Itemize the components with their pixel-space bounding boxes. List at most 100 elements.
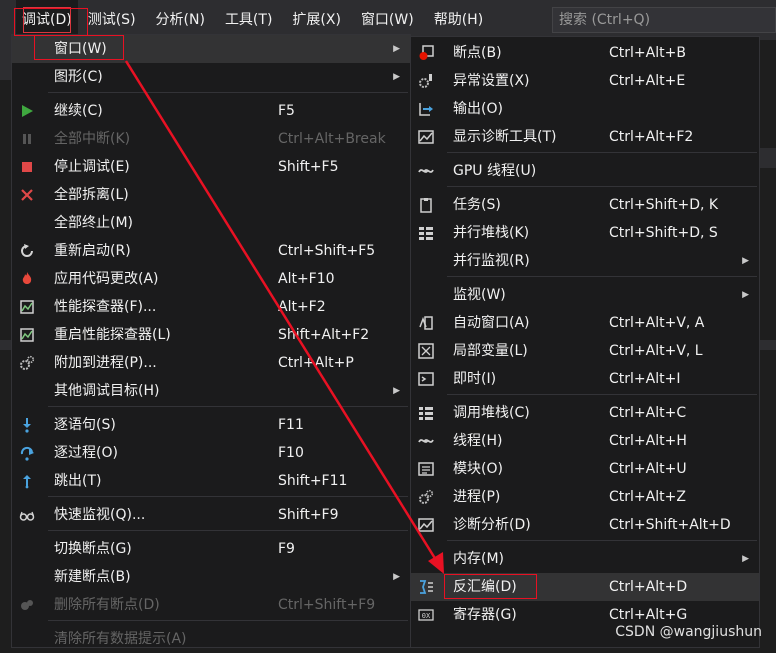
menu-item-label: 逐过程(O) [54,445,118,461]
menu-item-label: 快速监视(Q)... [54,507,146,523]
threads-icon [417,432,435,450]
menu-item-label: 监视(W) [453,287,506,303]
window-submenu-item[interactable]: 调用堆栈(C) Ctrl+Alt+C [411,399,759,427]
menu-item-label: GPU 线程(U) [453,163,537,179]
menu-item-label: 应用代码更改(A) [54,271,159,287]
menu-help[interactable]: 帮助(H) [424,0,493,40]
debug-menu-item[interactable]: 逐语句(S) F11 [12,411,410,439]
debug-menu-item: 全部中断(K) Ctrl+Alt+Break [12,125,410,153]
debug-menu-item[interactable]: 性能探查器(F)... Alt+F2 [12,293,410,321]
menu-item-label: 显示诊断工具(T) [453,129,557,145]
debug-menu-item[interactable]: 全部拆离(L) [12,181,410,209]
menu-item-shortcut: Ctrl+Alt+C [609,405,687,421]
debug-menu-item[interactable]: 重新启动(R) Ctrl+Shift+F5 [12,237,410,265]
window-submenu-item[interactable]: 异常设置(X) Ctrl+Alt+E [411,67,759,95]
step-out-icon [18,472,36,490]
output-icon [417,100,435,118]
menu-separator [48,496,408,497]
menu-separator [447,540,757,541]
menu-item-label: 线程(H) [453,433,503,449]
menu-item-shortcut: Shift+Alt+F2 [278,327,370,343]
processes-icon [417,488,435,506]
debug-menu-item[interactable]: 停止调试(E) Shift+F5 [12,153,410,181]
debug-menu-item[interactable]: 快速监视(Q)... Shift+F9 [12,501,410,529]
debug-menu-item[interactable]: 重启性能探查器(L) Shift+Alt+F2 [12,321,410,349]
menu-item-shortcut: Ctrl+Shift+F5 [278,243,376,259]
window-submenu-item[interactable]: 即时(I) Ctrl+Alt+I [411,365,759,393]
debug-menu-item[interactable]: 附加到进程(P)... Ctrl+Alt+P [12,349,410,377]
breakpoints-icon [18,596,36,614]
window-submenu-item[interactable]: 输出(O) [411,95,759,123]
menu-item-label: 即时(I) [453,371,497,387]
autos-icon [417,314,435,332]
menu-item-label: 诊断分析(D) [453,517,531,533]
play-icon [18,102,36,120]
submenu-arrow-icon: ▶ [742,554,749,564]
pause-icon [18,130,36,148]
tasks-icon [417,196,435,214]
menu-item-shortcut: Ctrl+Shift+F9 [278,597,376,613]
window-submenu-item[interactable]: 并行监视(R) ▶ [411,247,759,275]
window-submenu-item[interactable]: 诊断分析(D) Ctrl+Shift+Alt+D [411,511,759,539]
window-submenu-item[interactable]: 进程(P) Ctrl+Alt+Z [411,483,759,511]
menu-item-label: 逐语句(S) [54,417,116,433]
menu-item-label: 切换断点(G) [54,541,132,557]
menu-item-label: 并行监视(R) [453,253,530,269]
menu-item-shortcut: Ctrl+Alt+Break [278,131,386,147]
debug-menu: 窗口(W) ▶ 图形(C) ▶ 继续(C) F5 全部中断(K) Ctrl+Alt+Break… [11,34,411,648]
diagnostic-analysis-icon [417,516,435,534]
menu-item-label: 全部中断(K) [54,131,131,147]
menu-item-label: 输出(O) [453,101,503,117]
menu-item-label: 异常设置(X) [453,73,530,89]
window-submenu-item[interactable]: 模块(O) Ctrl+Alt+U [411,455,759,483]
menu-separator [447,186,757,187]
flame-icon [18,270,36,288]
window-submenu-item[interactable]: 自动窗口(A) Ctrl+Alt+V, A [411,309,759,337]
menu-item-label: 清除所有数据提示(A) [54,631,187,647]
debug-menu-item[interactable]: 图形(C) ▶ [12,63,410,91]
menu-item-shortcut: Ctrl+Alt+E [609,73,686,89]
debug-menu-item[interactable]: 应用代码更改(A) Alt+F10 [12,265,410,293]
menu-separator [447,276,757,277]
window-submenu-item[interactable]: 断点(B) Ctrl+Alt+B [411,39,759,67]
menu-item-shortcut: Ctrl+Alt+Z [609,489,686,505]
menu-item-shortcut: Ctrl+Alt+D [609,579,688,595]
editor-panel-divider-left [0,340,11,350]
menu-separator [48,620,408,621]
window-submenu-item[interactable]: 内存(M) ▶ [411,545,759,573]
menu-item-label: 进程(P) [453,489,501,505]
locals-icon [417,342,435,360]
menu-item-label: 跳出(T) [54,473,102,489]
menu-item-label: 断点(B) [453,45,502,61]
debug-menu-item[interactable]: 其他调试目标(H) ▶ [12,377,410,405]
window-submenu-item[interactable]: 反汇编(D) Ctrl+Alt+D [411,573,759,601]
menu-item-shortcut: Ctrl+Alt+I [609,371,681,387]
window-submenu-item[interactable]: 任务(S) Ctrl+Shift+D, K [411,191,759,219]
debug-menu-item[interactable]: 新建断点(B) ▶ [12,563,410,591]
debug-menu-item[interactable]: 逐过程(O) F10 [12,439,410,467]
search-input[interactable]: 搜索 (Ctrl+Q) [552,7,776,33]
menu-item-shortcut: Shift+F11 [278,473,348,489]
window-submenu-item[interactable]: 显示诊断工具(T) Ctrl+Alt+F2 [411,123,759,151]
debug-menu-item[interactable]: 跳出(T) Shift+F11 [12,467,410,495]
debug-menu-item[interactable]: 全部终止(M) [12,209,410,237]
window-submenu-item[interactable]: 局部变量(L) Ctrl+Alt+V, L [411,337,759,365]
profiler-restart-icon [18,326,36,344]
submenu-arrow-icon: ▶ [393,72,400,82]
window-submenu-item[interactable]: 监视(W) ▶ [411,281,759,309]
menu-item-label: 停止调试(E) [54,159,130,175]
menu-item-shortcut: Ctrl+Alt+V, A [609,315,705,331]
menu-item-shortcut: Alt+F2 [278,299,326,315]
menu-item-shortcut: Ctrl+Alt+V, L [609,343,703,359]
submenu-arrow-icon: ▶ [742,290,749,300]
close-icon [18,186,36,204]
svg-text:0X: 0X [422,612,431,620]
window-submenu-item[interactable]: 线程(H) Ctrl+Alt+H [411,427,759,455]
window-submenu-item[interactable]: GPU 线程(U) [411,157,759,185]
debug-menu-item[interactable]: 切换断点(G) F9 [12,535,410,563]
debug-menu-item[interactable]: 窗口(W) ▶ [12,35,410,63]
menu-item-shortcut: Shift+F9 [278,507,339,523]
menu-item-label: 全部终止(M) [54,215,134,231]
window-submenu-item[interactable]: 并行堆栈(K) Ctrl+Shift+D, S [411,219,759,247]
debug-menu-item[interactable]: 继续(C) F5 [12,97,410,125]
